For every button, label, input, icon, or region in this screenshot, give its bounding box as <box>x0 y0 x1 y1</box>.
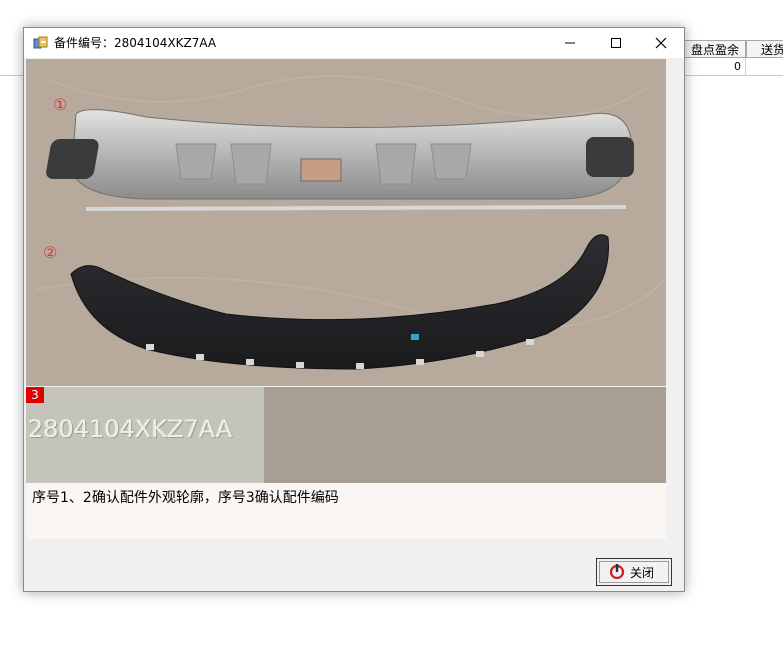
code-photo: 2804104XKZ7AA 3 <box>26 387 666 483</box>
app-icon <box>33 35 49 51</box>
maximize-button[interactable] <box>593 28 639 58</box>
column-header-inventory-surplus[interactable]: 盘点盈余 <box>684 40 746 58</box>
part-photo: ① ② <box>26 59 666 386</box>
part-detail-dialog: 备件编号：2804104XKZ7AA ① ② 2804104XKZ7AA 3 序… <box>23 27 685 592</box>
power-icon <box>609 563 625 587</box>
table-cell-surplus[interactable]: 0 <box>684 58 746 76</box>
close-icon <box>655 37 667 49</box>
caption-text: 序号1、2确认配件外观轮廓，序号3确认配件编码 <box>32 490 339 506</box>
close-button[interactable]: 关闭 <box>596 558 672 586</box>
marker-1: ① <box>53 95 68 114</box>
part-code-engraving: 2804104XKZ7AA <box>28 415 233 443</box>
dialog-title: 备件编号：2804104XKZ7AA <box>54 36 217 50</box>
bumper-illustration <box>35 75 666 370</box>
part-code-plate: 2804104XKZ7AA <box>26 387 264 483</box>
marker-3: 3 <box>26 387 44 403</box>
caption-area: 序号1、2确认配件外观轮廓，序号3确认配件编码 <box>26 483 666 539</box>
image-panel: ① ② 2804104XKZ7AA 3 序号1、2确认配件外观轮廓，序号3确认配… <box>26 59 666 539</box>
window-close-button[interactable] <box>638 28 684 58</box>
marker-2: ② <box>43 243 58 262</box>
maximize-icon <box>611 38 621 48</box>
minimize-button[interactable] <box>547 28 593 58</box>
title-bar[interactable]: 备件编号：2804104XKZ7AA <box>24 28 684 58</box>
minimize-icon <box>565 42 575 44</box>
close-button-label: 关闭 <box>630 566 655 580</box>
table-cell-delivery[interactable] <box>746 58 783 76</box>
column-header-delivery[interactable]: 送货 <box>746 40 783 58</box>
